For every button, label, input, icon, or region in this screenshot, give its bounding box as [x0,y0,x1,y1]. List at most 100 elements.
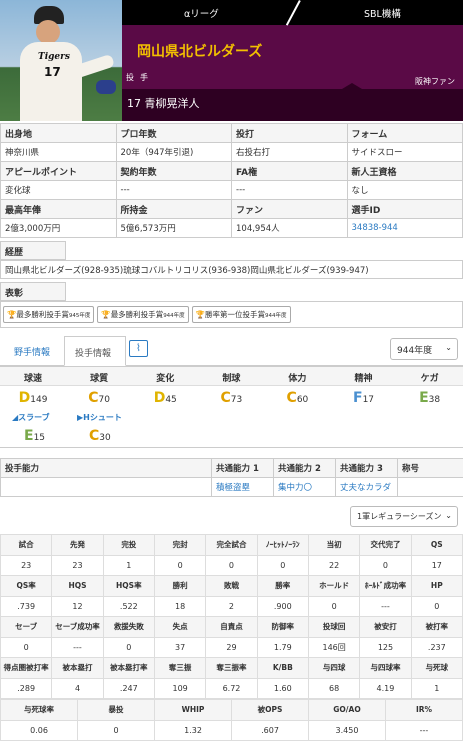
stat-header: 当初 [308,535,359,556]
skill-link[interactable]: 集中力〇 [278,483,312,493]
player-header: Tigers 17 αリーグ SBL機構 岡山県北ビルダーズ 投手 阪神ファン … [0,0,463,121]
team-name[interactable]: 岡山県北ビルダーズ [137,41,262,61]
cell-header: 契約年数 [116,162,232,181]
stat-value: 4.19 [360,678,411,699]
stat-header: 敗戦 [206,576,257,597]
tab-pitcher[interactable]: 投手情報 [64,336,126,366]
stat-header: ホールド [308,576,359,597]
stat-header: IR% [386,700,463,721]
stat-value: 2 [206,596,257,617]
stat-value: 0 [1,637,52,658]
award-label: 最多勝利投手賞 [16,310,69,319]
season-value: 944年度 [397,346,432,356]
award-label: 最多勝利投手賞 [111,310,164,319]
stat-header: セーブ成功率 [52,617,103,638]
stat-value: --- [52,637,103,658]
stat-value: 1.79 [257,637,308,658]
stat-header: 与死球率 [1,700,78,721]
cell-value: なし [347,181,463,200]
stat-header: 自責点 [206,617,257,638]
stat-value: 0 [411,596,462,617]
ability-header: 精神 [330,367,396,386]
stat-header: 試合 [1,535,52,556]
grade: C [287,390,297,406]
trophy-icon: 🏆 [196,310,205,319]
ability-number: 70 [99,395,110,405]
ability-value: C70 [66,386,132,410]
stat-value: 0 [360,555,411,576]
ability-value: F17 [330,386,396,410]
ability-header: 制球 [198,367,264,386]
stat-value: 1 [411,678,462,699]
stat-value: 23 [52,555,103,576]
cell-value: 20年（947年引退) [116,143,232,162]
cell-header: FA権 [232,162,348,181]
stat-header: HP [411,576,462,597]
ability-value: D149 [0,386,66,410]
pitch-item: ◢スラーブ E15 [12,412,72,447]
stat-header: 与四球率 [360,658,411,679]
header-info: αリーグ SBL機構 岡山県北ビルダーズ 投手 阪神ファン 17 青柳晃洋人 [122,0,463,121]
grade: F [353,390,363,406]
stat-header: 投球回 [308,617,359,638]
stat-header: QS [411,535,462,556]
stat-header: 被本塁打率 [103,658,154,679]
stat-value: .739 [1,596,52,617]
stat-header: 得点圏被打率 [1,658,52,679]
skill-link[interactable]: 積極盗塁 [216,483,250,493]
grade: E [419,390,429,406]
cell-header: 所持金 [116,200,232,219]
position: 投手 [126,72,154,83]
face-shape [36,20,60,44]
tab-fielder[interactable]: 野手情報 [4,336,60,366]
skill-link[interactable]: 丈夫なカラダ [340,483,391,493]
player-id-cell: 34838-944 [347,219,463,238]
stat-header: 防御率 [257,617,308,638]
stat-value: --- [386,720,463,741]
cell-value: --- [116,181,232,200]
stat-value: 0 [257,555,308,576]
cell-value: 5億6,573万円 [116,219,232,238]
stat-header: 被本塁打 [52,658,103,679]
chevron-down-icon: ⌄ [445,511,452,520]
trophy-icon: 🏆 [101,310,110,319]
stat-value: 1 [103,555,154,576]
award-year: 945年度 [69,313,91,319]
awards-section: 表彰 🏆最多勝利投手賞945年度 🏆最多勝利投手賞944年度 🏆勝率第一位投手賞… [0,282,463,328]
season-select[interactable]: 944年度 ⌄ [390,338,458,360]
league-link[interactable]: αリーグ [184,6,219,20]
glove-shape [96,80,116,94]
cell-value: 変化球 [1,181,117,200]
season-type-select[interactable]: 1軍レギュラーシーズン ⌄ [350,506,458,527]
cell-header: 共通能力 3 [336,459,398,478]
stat-header: GO/AO [309,700,386,721]
chart-icon[interactable]: ⌇ [129,340,148,357]
stat-value: 6.72 [206,678,257,699]
pitch-number: 15 [34,433,45,443]
position-char: 投 [126,72,134,83]
stat-value: 0 [206,555,257,576]
stat-value: --- [360,596,411,617]
ability-header: ケガ [397,367,463,386]
award-badge: 🏆勝率第一位投手賞944年度 [192,306,291,323]
profile-table: 出身地 プロ年数 投打 フォーム 神奈川県 20年（947年引退) 右投右打 サ… [0,123,463,238]
cell-value: 神奈川県 [1,143,117,162]
stat-value: 23 [1,555,52,576]
ability-header: 変化 [132,367,198,386]
stats-table: 試合先発完投完封完全試合ﾉｰﾋｯﾄﾉｰﾗﾝ当初交代完了QS23231000220… [0,534,463,699]
career-text: 岡山県北ビルダーズ(928-935)琉球コバルトリコリス(936-938)岡山県… [0,260,463,279]
player-id-link[interactable]: 34838-944 [352,223,398,233]
chevron-down-icon: ⌄ [445,343,452,352]
pitch-types: ◢スラーブ E15 ▶Hシュート C30 [0,410,463,448]
pitch-name: Hシュート [83,413,122,422]
grade: D [19,390,31,406]
stat-header: 失点 [154,617,205,638]
skill-link: 丈夫なカラダ [336,478,398,497]
stat-header: 被安打 [360,617,411,638]
cell-header: 称号 [398,459,463,478]
stat-header: 完全試合 [206,535,257,556]
cell-header: フォーム [347,124,463,143]
stat-value: 29 [206,637,257,658]
org-link[interactable]: SBL機構 [364,6,401,20]
stat-value: 17 [411,555,462,576]
